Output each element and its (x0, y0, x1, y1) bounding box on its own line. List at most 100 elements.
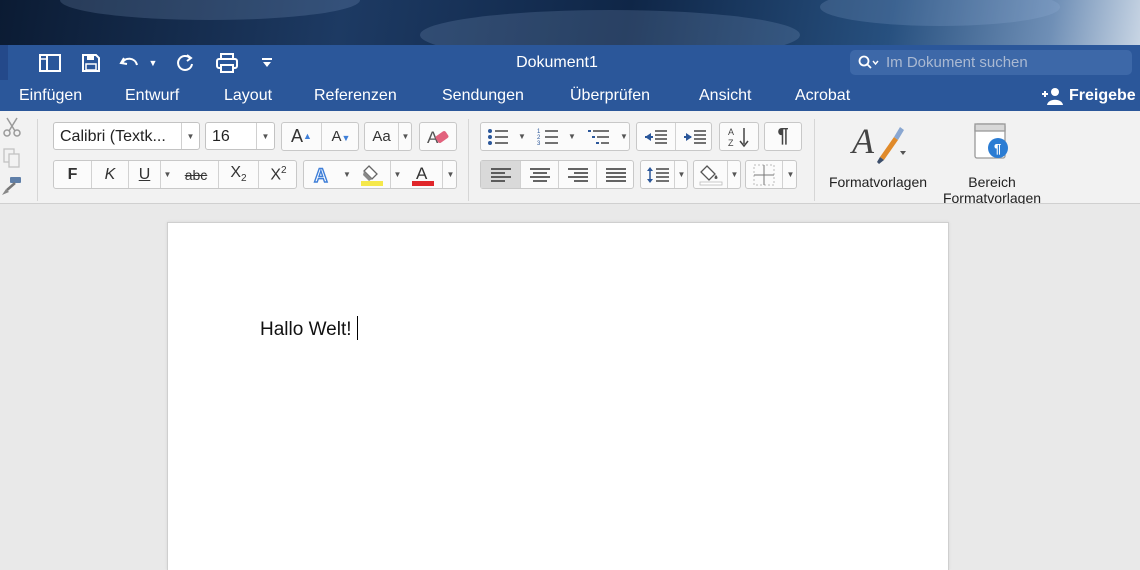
numbered-list-icon: 123 (537, 128, 559, 146)
font-color-button[interactable]: A (404, 161, 442, 188)
line-spacing-button[interactable]: ▼ (640, 160, 688, 189)
shrink-font-button[interactable]: A▼ (321, 123, 360, 150)
grow-font-button[interactable]: A▲ (282, 123, 321, 150)
text-effects-button[interactable]: A (304, 161, 340, 188)
undo-dropdown-icon[interactable]: ▼ (147, 45, 159, 80)
tab-referenzen[interactable]: Referenzen (314, 80, 397, 111)
chevron-down-icon[interactable]: ▼ (617, 123, 631, 150)
tab-entwurf[interactable]: Entwurf (125, 80, 179, 111)
tab-ansicht[interactable]: Ansicht (699, 80, 751, 111)
tab-acrobat[interactable]: Acrobat (795, 80, 850, 111)
ribbon-tabs: Einfügen Entwurf Layout Referenzen Sendu… (0, 80, 1140, 111)
svg-text:A: A (416, 164, 428, 183)
change-case-button[interactable]: Aa ▼ (364, 122, 412, 151)
superscript-button[interactable]: X2 (258, 161, 298, 188)
format-painter-icon[interactable] (1, 175, 23, 197)
numbering-button[interactable]: 123 (531, 123, 565, 150)
shading-button[interactable]: ▼ (693, 160, 741, 189)
paint-bucket-icon (699, 164, 723, 186)
redo-icon[interactable] (173, 45, 197, 80)
font-name-value: Calibri (Textk... (60, 128, 166, 145)
tab-sendungen[interactable]: Sendungen (442, 80, 524, 111)
alignment-buttons (480, 160, 634, 189)
styles-pane-icon: ¶ (973, 122, 1009, 162)
print-icon[interactable] (214, 45, 240, 80)
window-edge (0, 45, 8, 80)
svg-text:¶: ¶ (994, 141, 1001, 156)
styles-brush-icon: A (850, 121, 906, 165)
customize-toolbar-icon[interactable] (258, 45, 276, 80)
clear-formatting-button[interactable]: A (419, 122, 457, 151)
subscript-button[interactable]: X2 (218, 161, 258, 188)
cut-icon[interactable] (2, 116, 22, 138)
italic-label: K (104, 165, 116, 183)
copy-icon[interactable] (2, 147, 22, 169)
align-right-button[interactable] (558, 161, 596, 188)
chevron-down-icon: ▼ (398, 123, 412, 150)
chevron-down-icon[interactable]: ▼ (390, 161, 404, 188)
underline-button[interactable]: U (128, 161, 160, 188)
sort-button[interactable]: AZ (719, 122, 759, 151)
increase-indent-button[interactable] (675, 123, 713, 150)
shrink-font-icon: A▼ (331, 128, 351, 145)
save-icon[interactable] (79, 45, 103, 80)
font-size-buttons: A▲ A▼ (281, 122, 359, 151)
sort-az-icon: AZ (727, 126, 751, 148)
multilevel-list-button[interactable] (581, 123, 617, 150)
strikethrough-label: abc (184, 166, 208, 183)
desktop-wallpaper (0, 0, 1140, 45)
tab-einfuegen[interactable]: Einfügen (19, 80, 82, 111)
chevron-down-icon[interactable]: ▼ (515, 123, 529, 150)
chevron-down-icon: ▼ (674, 161, 688, 188)
chevron-down-icon[interactable]: ▼ (160, 161, 174, 188)
share-button[interactable]: Freigebe (1041, 80, 1136, 111)
align-left-button[interactable] (481, 161, 520, 188)
styles-button[interactable]: A Formatvorlagen (822, 117, 934, 201)
search-box[interactable]: Im Dokument suchen (850, 50, 1132, 75)
font-size-select[interactable]: 16 ▼ (205, 122, 275, 150)
list-buttons: ▼ 123 ▼ ▼ (480, 122, 630, 151)
text-cursor (356, 316, 358, 340)
justify-icon (605, 167, 627, 183)
add-person-icon (1041, 87, 1065, 105)
document-body-text[interactable]: Hallo Welt! (260, 316, 358, 341)
font-size-value: 16 (212, 128, 230, 145)
chevron-down-icon[interactable]: ▼ (565, 123, 579, 150)
align-center-button[interactable] (520, 161, 558, 188)
borders-button[interactable]: ▼ (745, 160, 797, 189)
italic-button[interactable]: K (91, 161, 128, 188)
decrease-indent-icon (644, 129, 668, 145)
character-format-buttons: F K U ▼ abc X2 X2 (53, 160, 297, 189)
bullets-button[interactable] (481, 123, 515, 150)
show-formatting-marks-button[interactable]: ¶ (764, 122, 802, 151)
multilevel-list-icon (588, 128, 610, 146)
highlight-button[interactable] (354, 161, 390, 188)
undo-icon[interactable] (117, 45, 145, 80)
indent-buttons (636, 122, 712, 151)
svg-text:Z: Z (728, 138, 734, 148)
share-label: Freigebe (1069, 86, 1136, 104)
bold-button[interactable]: F (54, 161, 91, 188)
chevron-down-icon[interactable]: ▼ (340, 161, 354, 188)
styles-pane-label: Bereich Formatvorlagen (942, 174, 1042, 206)
underline-label: U (138, 165, 151, 183)
separator (468, 119, 469, 201)
font-name-select[interactable]: Calibri (Textk... ▼ (53, 122, 200, 150)
styles-pane-button[interactable]: ¶ Bereich Formatvorlagen (934, 117, 1050, 206)
clear-formatting-icon: A (425, 126, 451, 148)
chevron-down-icon[interactable]: ▼ (442, 161, 458, 188)
strikethrough-button[interactable]: abc (174, 161, 218, 188)
document-canvas: Hallo Welt! (0, 204, 1140, 570)
align-center-icon (529, 167, 551, 183)
increase-indent-icon (683, 129, 707, 145)
paragraph-text: Hallo Welt! (260, 319, 352, 340)
sidebar-toggle-icon[interactable] (37, 45, 63, 80)
svg-text:A: A (850, 121, 875, 161)
decrease-indent-button[interactable] (637, 123, 675, 150)
chevron-down-icon: ▼ (256, 123, 274, 149)
justify-button[interactable] (596, 161, 635, 188)
search-icon (858, 55, 880, 71)
tab-layout[interactable]: Layout (224, 80, 272, 111)
tab-ueberpruefen[interactable]: Überprüfen (570, 80, 650, 111)
document-page[interactable]: Hallo Welt! (167, 222, 949, 570)
